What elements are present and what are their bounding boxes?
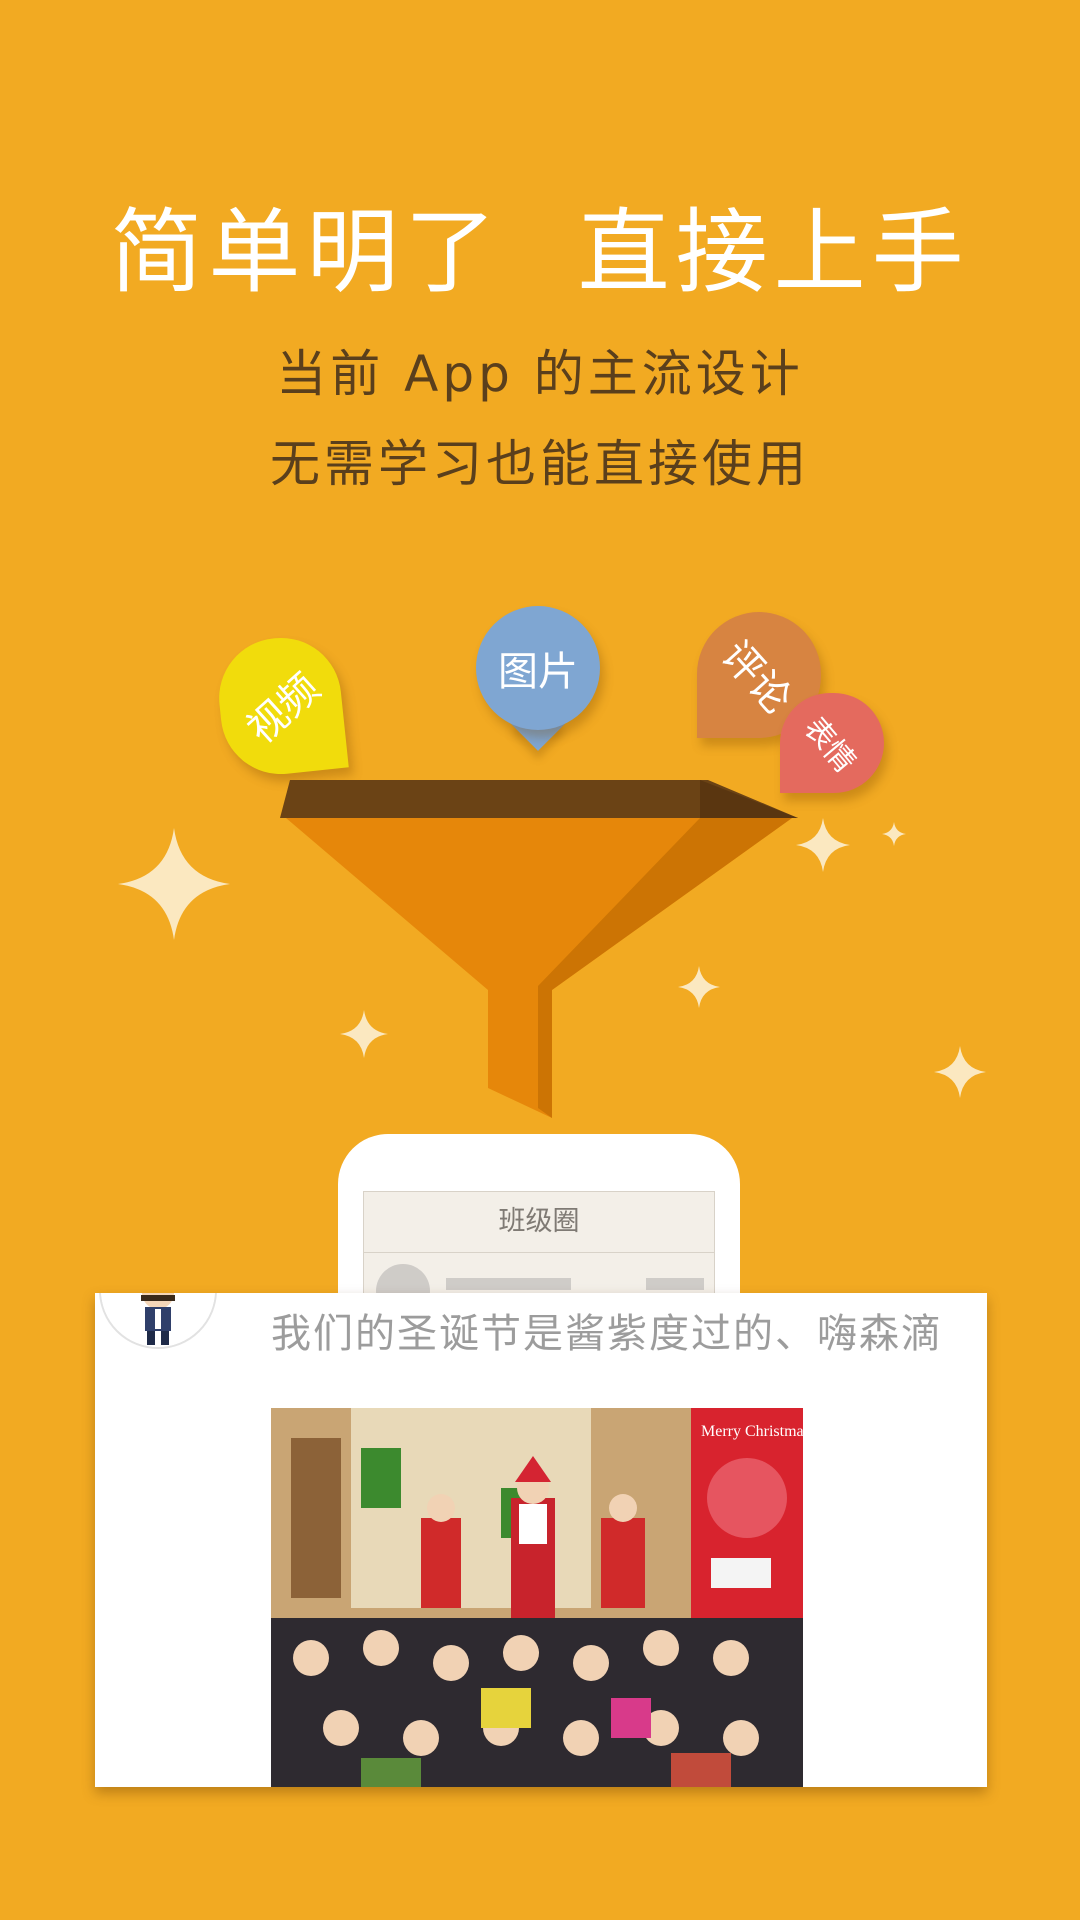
- sparkle-icon: [882, 822, 906, 846]
- funnel-icon: [280, 780, 798, 1118]
- emoji-bubble-label: 表情: [796, 711, 863, 780]
- phone-header-title: 班级圈: [364, 1192, 714, 1253]
- christmas-photo: Merry Christmas: [271, 1408, 803, 1787]
- sparkle-icon: [796, 818, 850, 872]
- phone-text-placeholder: [446, 1278, 571, 1290]
- image-bubble-label: 图片: [498, 649, 578, 695]
- phone-text-placeholder: [646, 1278, 704, 1290]
- post-photo[interactable]: Merry Christmas: [271, 1408, 803, 1787]
- sparkle-icon: [678, 966, 720, 1008]
- avatar[interactable]: [99, 1293, 217, 1349]
- post-card: 我们的圣诞节是酱紫度过的、嗨森滴 Merry Christmas: [95, 1293, 987, 1787]
- video-bubble: 视频: [213, 631, 349, 781]
- image-bubble: 图片: [476, 606, 600, 730]
- sparkle-icon: [118, 828, 230, 940]
- post-text: 我们的圣诞节是酱紫度过的、嗨森滴: [271, 1311, 943, 1357]
- photo-banner-text: Merry Christmas: [701, 1423, 803, 1440]
- avatar-icon: [101, 1293, 215, 1347]
- subtitle-line-1: 当前 App 的主流设计: [276, 345, 804, 403]
- sparkle-icon: [340, 1010, 388, 1058]
- video-bubble-label: 视频: [238, 665, 329, 753]
- sparkle-icon: [934, 1046, 986, 1098]
- headline: 简单明了 直接上手: [110, 199, 970, 306]
- subtitle-line-2: 无需学习也能直接使用: [270, 435, 810, 493]
